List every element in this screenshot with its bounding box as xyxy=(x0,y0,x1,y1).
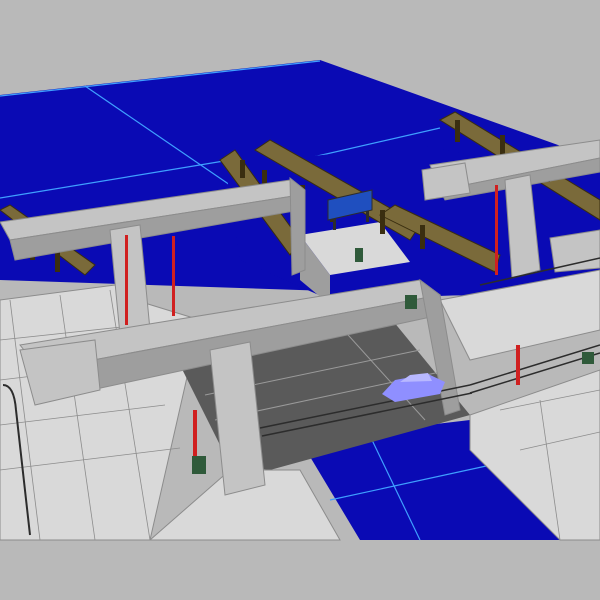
bridge-scene xyxy=(0,0,600,600)
3d-viewport[interactable] xyxy=(0,0,600,600)
